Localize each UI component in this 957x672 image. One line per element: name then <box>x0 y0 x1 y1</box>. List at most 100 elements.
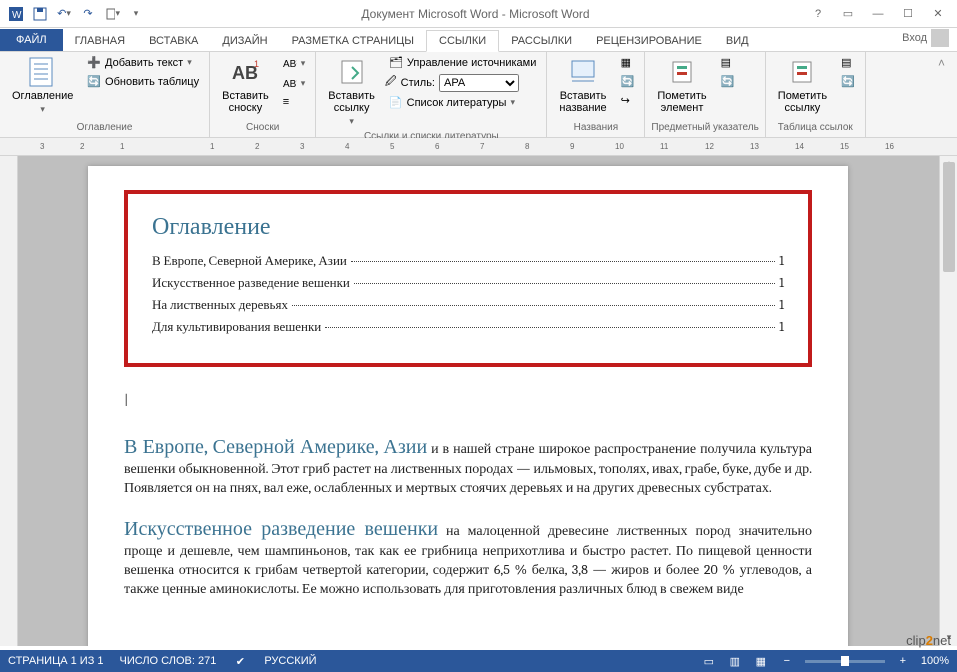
insert-endnote-button[interactable]: AB¹▾ <box>279 54 310 72</box>
tab-mailings[interactable]: РАССЫЛКИ <box>499 31 584 51</box>
avatar-icon <box>931 29 949 47</box>
next-footnote-icon: AB' <box>283 76 297 90</box>
tab-home[interactable]: ГЛАВНАЯ <box>63 31 137 51</box>
group-label: Таблица ссылок <box>772 120 859 135</box>
tab-design[interactable]: ДИЗАЙН <box>210 31 279 51</box>
toc-leader <box>354 283 775 284</box>
tab-review[interactable]: РЕЦЕНЗИРОВАНИЕ <box>584 31 714 51</box>
read-mode-icon[interactable]: ▭ <box>701 654 717 668</box>
mark-citation-button[interactable]: Пометить ссылку <box>772 54 833 116</box>
add-text-label: Добавить текст <box>105 57 183 69</box>
mark-entry-button[interactable]: Пометить элемент <box>651 54 712 116</box>
insert-index-button[interactable]: ▤ <box>717 54 739 71</box>
insert-caption-button[interactable]: Вставить название <box>553 54 612 116</box>
quick-access-toolbar: W ↶▾ ↷ ▾ ▾ <box>4 6 148 22</box>
window-controls: ? ▭ — ☐ ✕ <box>803 4 953 24</box>
titlebar: W ↶▾ ↷ ▾ ▾ Документ Microsoft Word - Mic… <box>0 0 957 28</box>
bibliography-button[interactable]: 📄 Список литературы ▾ <box>385 94 540 111</box>
update-auth-icon: 🔄 <box>841 75 855 88</box>
ribbon-group-footnotes: AB1 Вставить сноску AB¹▾ AB'▾ ≡ Сноски <box>210 52 316 137</box>
status-word-count[interactable]: ЧИСЛО СЛОВ: 271 <box>120 655 217 667</box>
update-index-button[interactable]: 🔄 <box>717 73 739 90</box>
tab-insert[interactable]: ВСТАВКА <box>137 31 210 51</box>
print-layout-icon[interactable]: ▥ <box>727 654 743 668</box>
add-text-button[interactable]: ➕ Добавить текст ▾ <box>83 54 203 71</box>
update-index-icon: 🔄 <box>721 75 735 88</box>
insert-authorities-button[interactable]: ▤ <box>837 54 859 71</box>
svg-text:W: W <box>12 10 22 21</box>
insert-toc-label: Оглавление <box>12 90 73 102</box>
toc-row[interactable]: На лиственных деревьях 1 <box>152 297 784 313</box>
toc-entry-page: 1 <box>779 276 784 291</box>
status-language[interactable]: РУССКИЙ <box>264 655 316 667</box>
save-icon[interactable] <box>32 6 48 22</box>
tab-view[interactable]: ВИД <box>714 31 761 51</box>
mark-entry-icon <box>666 56 698 88</box>
zoom-level[interactable]: 100% <box>921 655 949 667</box>
group-label: Сноски <box>216 120 309 135</box>
authorities-icon: ▤ <box>841 56 851 69</box>
add-text-icon: ➕ <box>87 56 101 69</box>
chevron-down-icon: ▾ <box>40 104 45 115</box>
web-layout-icon[interactable]: ▦ <box>753 654 769 668</box>
insert-citation-button[interactable]: Вставить ссылку ▾ <box>322 54 381 129</box>
qat-customize-icon[interactable]: ▾ <box>128 6 144 22</box>
toc-entry-page: 1 <box>779 320 784 335</box>
zoom-thumb[interactable] <box>841 656 849 666</box>
insert-toc-button[interactable]: Оглавление ▾ <box>6 54 79 117</box>
update-icon: 🔄 <box>621 75 635 88</box>
vertical-ruler[interactable] <box>0 156 18 646</box>
svg-text:AB': AB' <box>283 79 297 90</box>
tab-references[interactable]: ССЫЛКИ <box>426 30 499 52</box>
update-authorities-button[interactable]: 🔄 <box>837 73 859 90</box>
zoom-out-icon[interactable]: − <box>779 654 795 668</box>
text-cursor[interactable] <box>124 391 812 409</box>
status-page[interactable]: СТРАНИЦА 1 ИЗ 1 <box>8 655 104 667</box>
toc-leader <box>325 327 775 328</box>
paragraph[interactable]: Искусственное разведение вешенки на мало… <box>124 515 812 599</box>
close-button[interactable]: ✕ <box>923 4 953 24</box>
insert-index-icon: ▤ <box>721 56 731 69</box>
refresh-icon: 🔄 <box>87 75 101 88</box>
touch-mode-icon[interactable]: ▾ <box>104 6 120 22</box>
insert-footnote-button[interactable]: AB1 Вставить сноску <box>216 54 275 116</box>
show-notes-button[interactable]: ≡ <box>279 94 310 110</box>
page-scroll[interactable]: Оглавление В Европе, Северной Америке, А… <box>18 156 939 646</box>
spellcheck-icon[interactable]: ✔ <box>232 654 248 668</box>
next-footnote-button[interactable]: AB'▾ <box>279 74 310 92</box>
update-table-button[interactable]: 🔄 Обновить таблицу <box>83 73 203 90</box>
horizontal-ruler[interactable]: 3 2 1 1 2 3 4 5 6 7 8 9 10 11 12 13 14 1… <box>0 138 957 156</box>
citation-style-select[interactable]: APA <box>439 74 519 92</box>
help-icon[interactable]: ? <box>803 4 833 24</box>
redo-icon[interactable]: ↷ <box>80 6 96 22</box>
ribbon-collapse: ˄ <box>866 52 957 137</box>
toc-row[interactable]: Для культивирования вешенки 1 <box>152 319 784 335</box>
toc-entry-text: В Европе, Северной Америке, Азии <box>152 253 347 269</box>
tab-file[interactable]: ФАЙЛ <box>0 29 63 51</box>
insert-table-figures-button[interactable]: ▦ <box>617 54 639 71</box>
toc-entry-text: Для культивирования вешенки <box>152 319 321 335</box>
watermark: clip2net <box>906 633 951 648</box>
cross-reference-button[interactable]: ↪ <box>617 92 639 109</box>
undo-icon[interactable]: ↶▾ <box>56 6 72 22</box>
page[interactable]: Оглавление В Европе, Северной Америке, А… <box>88 166 848 646</box>
paragraph[interactable]: В Европе, Северной Америке, Азии и в наш… <box>124 433 812 498</box>
manage-sources-button[interactable]: 🗂 Управление источниками <box>385 54 540 71</box>
tab-layout[interactable]: РАЗМЕТКА СТРАНИЦЫ <box>280 31 426 51</box>
minimize-button[interactable]: — <box>863 4 893 24</box>
toc-row[interactable]: Искусственное разведение вешенки 1 <box>152 275 784 291</box>
group-label: Названия <box>553 120 638 135</box>
zoom-slider[interactable] <box>805 660 885 663</box>
zoom-in-icon[interactable]: + <box>895 654 911 668</box>
maximize-button[interactable]: ☐ <box>893 4 923 24</box>
collapse-ribbon-icon[interactable]: ˄ <box>872 54 951 72</box>
svg-text:AB¹: AB¹ <box>283 59 297 70</box>
scroll-thumb[interactable] <box>943 162 955 272</box>
ribbon-options-icon[interactable]: ▭ <box>833 4 863 24</box>
vertical-scrollbar[interactable]: ▴ ▾ <box>939 156 957 646</box>
update-table-figures-button[interactable]: 🔄 <box>617 73 639 90</box>
ribbon-tabs: ФАЙЛ ГЛАВНАЯ ВСТАВКА ДИЗАЙН РАЗМЕТКА СТР… <box>0 28 957 52</box>
toc-box-highlight: Оглавление В Европе, Северной Америке, А… <box>124 190 812 367</box>
sign-in[interactable]: Вход <box>894 25 957 51</box>
toc-row[interactable]: В Европе, Северной Америке, Азии 1 <box>152 253 784 269</box>
